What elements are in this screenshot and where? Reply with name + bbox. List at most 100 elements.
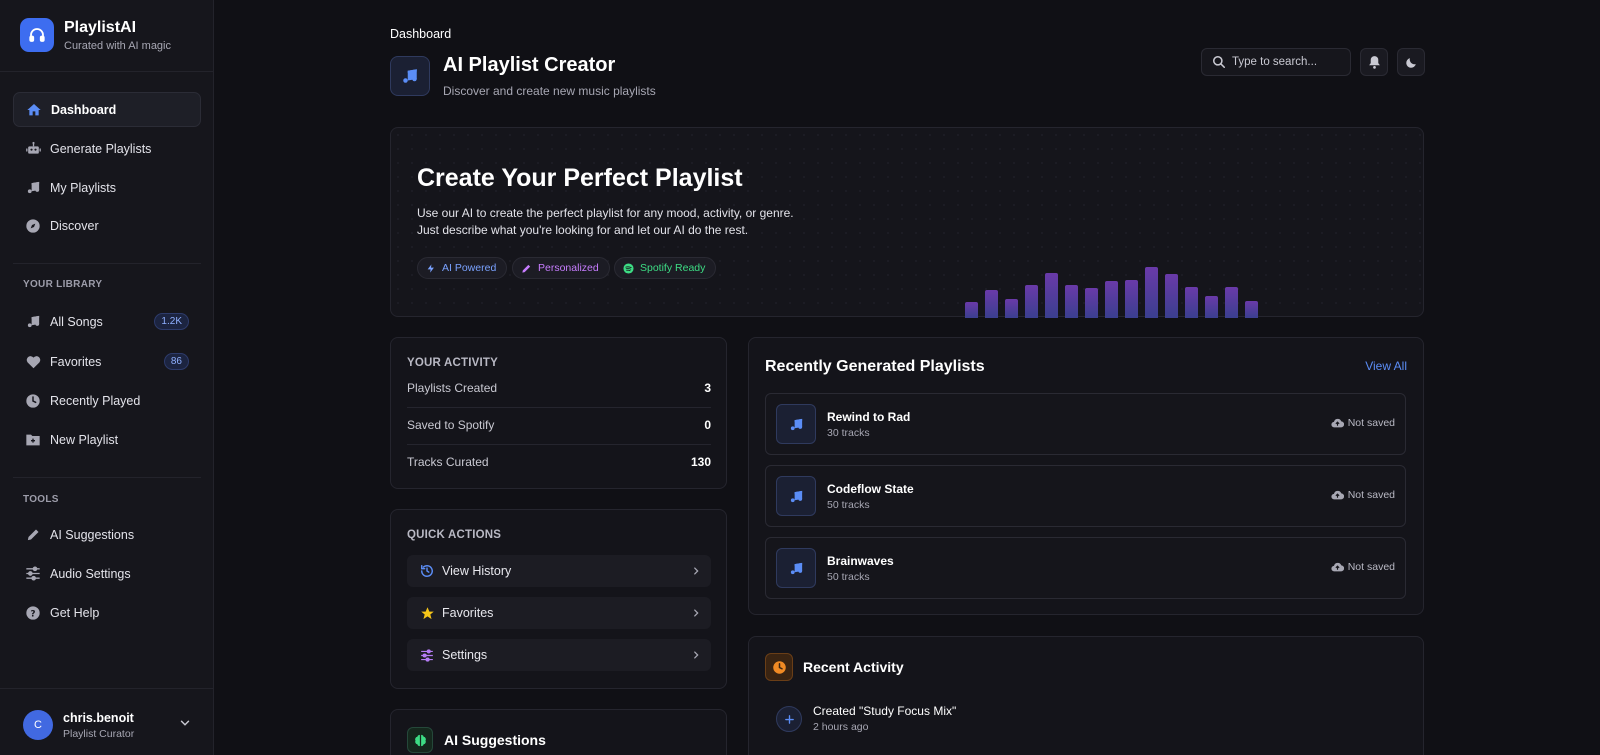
stat-row: Tracks Curated 130	[407, 445, 711, 482]
hero-description-line: Just describe what you're looking for an…	[417, 223, 749, 237]
card-title: AI Suggestions	[444, 732, 546, 748]
equalizer-bar	[1065, 285, 1078, 318]
save-status: Not saved	[1331, 489, 1395, 501]
robot-icon	[24, 140, 42, 158]
ai-suggestions-card: AI Suggestions	[390, 709, 727, 755]
spotify-icon	[623, 262, 634, 274]
save-status: Not saved	[1331, 561, 1395, 573]
user-profile[interactable]: C chris.benoit Playlist Curator	[23, 710, 134, 740]
pencil-icon	[24, 526, 42, 544]
brand[interactable]: PlaylistAI Curated with AI magic	[20, 18, 171, 52]
chip-label: AI Powered	[442, 262, 497, 274]
playlist-row[interactable]: Rewind to Rad 30 tracks Not saved	[765, 393, 1406, 455]
equalizer-bar	[1165, 274, 1178, 318]
chevron-right-icon	[691, 565, 701, 580]
clock-icon	[765, 653, 793, 681]
sidebar-item-label: Discover	[50, 218, 99, 233]
sidebar-item-ai-suggestions[interactable]: AI Suggestions	[13, 517, 201, 552]
sidebar-divider	[13, 477, 201, 478]
quick-action-favorites[interactable]: Favorites	[407, 597, 711, 629]
sidebar-item-discover[interactable]: Discover	[13, 208, 201, 243]
save-status: Not saved	[1331, 417, 1395, 429]
sidebar-item-all-songs[interactable]: All Songs 1.2K	[13, 304, 201, 339]
chip-personalized: Personalized	[512, 257, 610, 279]
stat-label: Saved to Spotify	[407, 418, 495, 432]
stat-value: 0	[704, 418, 711, 432]
cloud-upload-icon	[1331, 490, 1348, 500]
sidebar-item-dashboard[interactable]: Dashboard	[13, 92, 201, 127]
bell-icon	[1368, 55, 1381, 69]
search-placeholder: Type to search...	[1232, 56, 1318, 68]
count-badge: 1.2K	[154, 313, 189, 330]
music-note-icon	[776, 404, 816, 444]
playlist-track-count: 30 tracks	[827, 427, 870, 439]
heart-icon	[24, 353, 42, 371]
sidebar-item-recently-played[interactable]: Recently Played	[13, 383, 201, 418]
sidebar-item-label: All Songs	[50, 314, 103, 329]
page-subtitle: Discover and create new music playlists	[443, 84, 656, 98]
count-badge: 86	[163, 353, 189, 370]
sidebar-divider	[0, 688, 214, 689]
bolt-icon	[426, 263, 436, 274]
chip-spotify-ready: Spotify Ready	[614, 257, 717, 279]
sidebar-divider	[13, 263, 201, 264]
chevron-down-icon[interactable]	[178, 716, 192, 735]
music-note-icon	[776, 476, 816, 516]
section-heading-tools: TOOLS	[23, 494, 59, 505]
brain-icon	[407, 727, 433, 753]
quick-action-label: Favorites	[442, 606, 494, 620]
search-input[interactable]: Type to search...	[1201, 48, 1351, 76]
stat-row: Playlists Created 3	[407, 371, 711, 408]
quick-action-label: Settings	[442, 648, 488, 662]
sidebar-item-favorites[interactable]: Favorites 86	[13, 344, 201, 379]
equalizer-graphic	[965, 246, 1265, 318]
music-note-icon	[776, 548, 816, 588]
sidebar-item-get-help[interactable]: ? Get Help	[13, 595, 201, 630]
quick-action-settings[interactable]: Settings	[407, 639, 711, 671]
view-all-link[interactable]: View All	[1365, 359, 1407, 373]
search-icon	[1212, 55, 1226, 69]
breadcrumb[interactable]: Dashboard	[390, 27, 451, 41]
music-note-icon	[24, 179, 42, 197]
sliders-icon	[419, 648, 435, 662]
music-note-icon	[390, 56, 430, 96]
cloud-upload-icon	[1331, 418, 1348, 428]
user-name: chris.benoit	[63, 710, 134, 725]
avatar: C	[23, 710, 53, 740]
headphones-icon	[20, 18, 54, 52]
chevron-right-icon	[691, 649, 701, 664]
recent-playlists-card: Recently Generated Playlists View All Re…	[748, 337, 1424, 615]
card-title: Recently Generated Playlists	[765, 358, 985, 375]
quick-actions-card: QUICK ACTIONS View History Favorites Set…	[390, 509, 727, 689]
sidebar-item-audio-settings[interactable]: Audio Settings	[13, 556, 201, 591]
folder-plus-icon	[24, 431, 42, 449]
cloud-upload-icon	[1331, 562, 1348, 572]
save-status-label: Not saved	[1347, 561, 1395, 573]
star-icon	[419, 606, 435, 621]
sidebar-item-my-playlists[interactable]: My Playlists	[13, 170, 201, 205]
clock-icon	[24, 392, 42, 410]
equalizer-bar	[1205, 296, 1218, 318]
equalizer-bar	[1145, 267, 1158, 318]
recent-activity-card: Recent Activity Created "Study Focus Mix…	[748, 636, 1424, 755]
sidebar-item-generate-playlists[interactable]: Generate Playlists	[13, 131, 201, 166]
moon-icon	[1405, 56, 1418, 69]
playlist-row[interactable]: Brainwaves 50 tracks Not saved	[765, 537, 1406, 599]
page-title: AI Playlist Creator	[443, 54, 616, 76]
equalizer-bar	[985, 290, 998, 318]
playlist-row[interactable]: Codeflow State 50 tracks Not saved	[765, 465, 1406, 527]
pencil-icon	[521, 263, 532, 274]
activity-card: YOUR ACTIVITY Playlists Created 3 Saved …	[390, 337, 727, 489]
section-heading-library: YOUR LIBRARY	[23, 279, 103, 290]
sidebar-item-label: New Playlist	[50, 432, 119, 447]
activity-time: 2 hours ago	[813, 721, 869, 733]
sidebar-item-label: Get Help	[50, 605, 100, 620]
equalizer-bar	[1125, 280, 1138, 318]
sidebar-item-label: My Playlists	[50, 180, 116, 195]
hero-title: Create Your Perfect Playlist	[417, 164, 743, 192]
sidebar-item-new-playlist[interactable]: New Playlist	[13, 422, 201, 457]
theme-toggle-button[interactable]	[1397, 48, 1425, 76]
quick-action-view-history[interactable]: View History	[407, 555, 711, 587]
notifications-button[interactable]	[1360, 48, 1388, 76]
equalizer-bar	[1225, 287, 1238, 318]
